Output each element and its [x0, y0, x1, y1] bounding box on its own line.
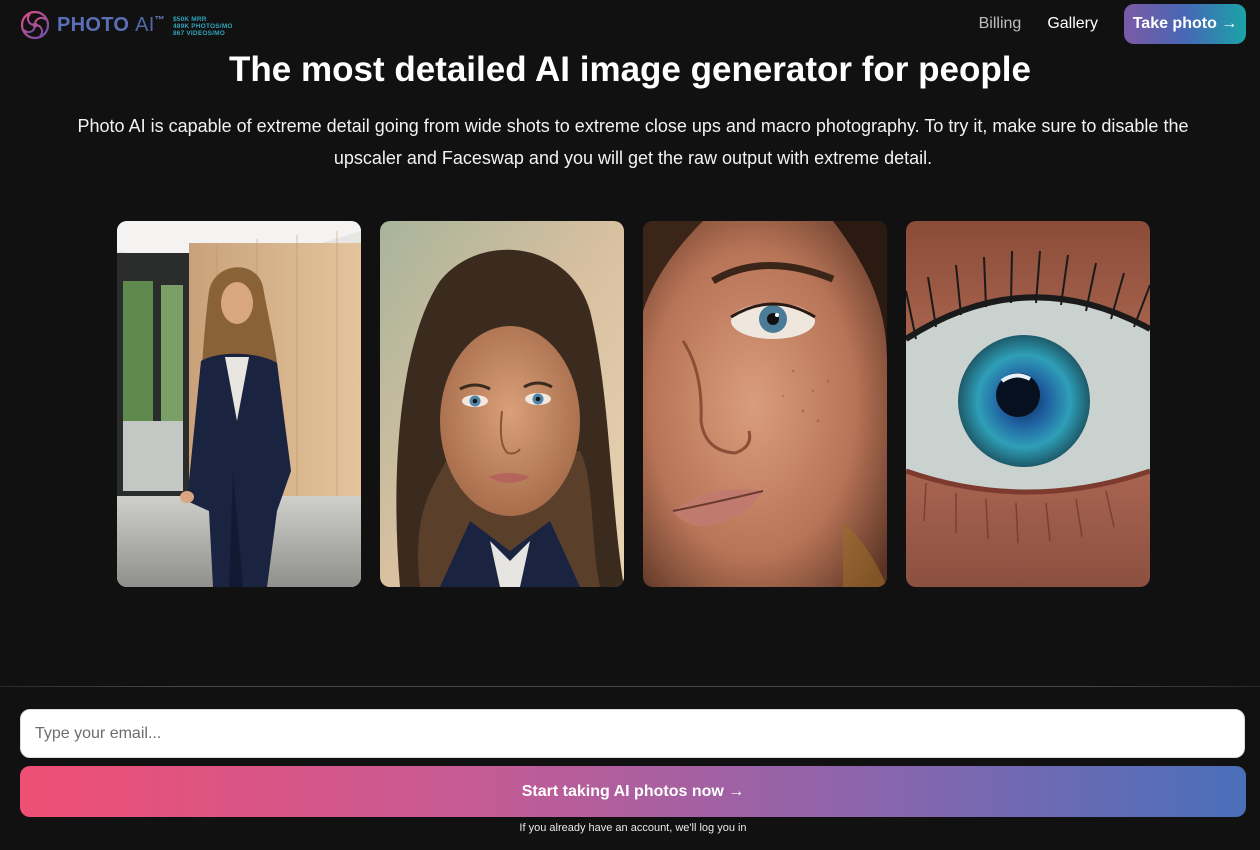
hero-description: Photo AI is capable of extreme detail go…	[77, 116, 1189, 168]
take-photo-button[interactable]: Take photo →	[1124, 4, 1246, 44]
swirl-logo-icon	[20, 10, 50, 40]
top-nav-bar: PHOTO AI™ $50K MRR 489K PHOTOS/MO 867 VI…	[0, 0, 1260, 50]
logo-ai: AI	[135, 14, 155, 36]
stat-photos: 489K PHOTOS/MO	[172, 22, 233, 30]
email-input[interactable]	[20, 709, 1245, 758]
stat-mrr: $50K MRR	[172, 15, 207, 23]
logo-brand: PHOTO	[57, 14, 130, 36]
nav-gallery-link[interactable]: Gallery	[1047, 15, 1098, 33]
eye-macro-image	[906, 221, 1150, 587]
section-divider	[0, 686, 1260, 687]
stat-videos: 867 VIDEOS/MO	[172, 29, 226, 37]
example-photo-gallery	[117, 221, 1150, 587]
nav-billing-link[interactable]: Billing	[979, 15, 1022, 33]
login-note: If you already have an account, we'll lo…	[519, 822, 747, 834]
portrait-image	[380, 221, 624, 587]
page-title: The most detailed AI image generator for…	[229, 50, 1031, 89]
gallery-image-portrait[interactable]	[380, 221, 624, 587]
suit-wide-image	[117, 221, 361, 587]
closeup-image	[643, 221, 887, 587]
start-taking-photos-button[interactable]: Start taking AI photos now →	[20, 766, 1246, 817]
logo-stats: $50K MRR 489K PHOTOS/MO 867 VIDEOS/MO	[173, 16, 233, 37]
logo-wordmark: PHOTO AI™	[57, 10, 165, 40]
gallery-image-eye-macro[interactable]	[906, 221, 1150, 587]
logo-trademark: ™	[154, 15, 165, 26]
gallery-image-closeup[interactable]	[643, 221, 887, 587]
main-nav: Billing Gallery Take photo →	[979, 4, 1246, 44]
photo-ai-logo[interactable]: PHOTO AI™ $50K MRR 489K PHOTOS/MO 867 VI…	[20, 10, 233, 40]
gallery-image-suit-wide[interactable]	[117, 221, 361, 587]
